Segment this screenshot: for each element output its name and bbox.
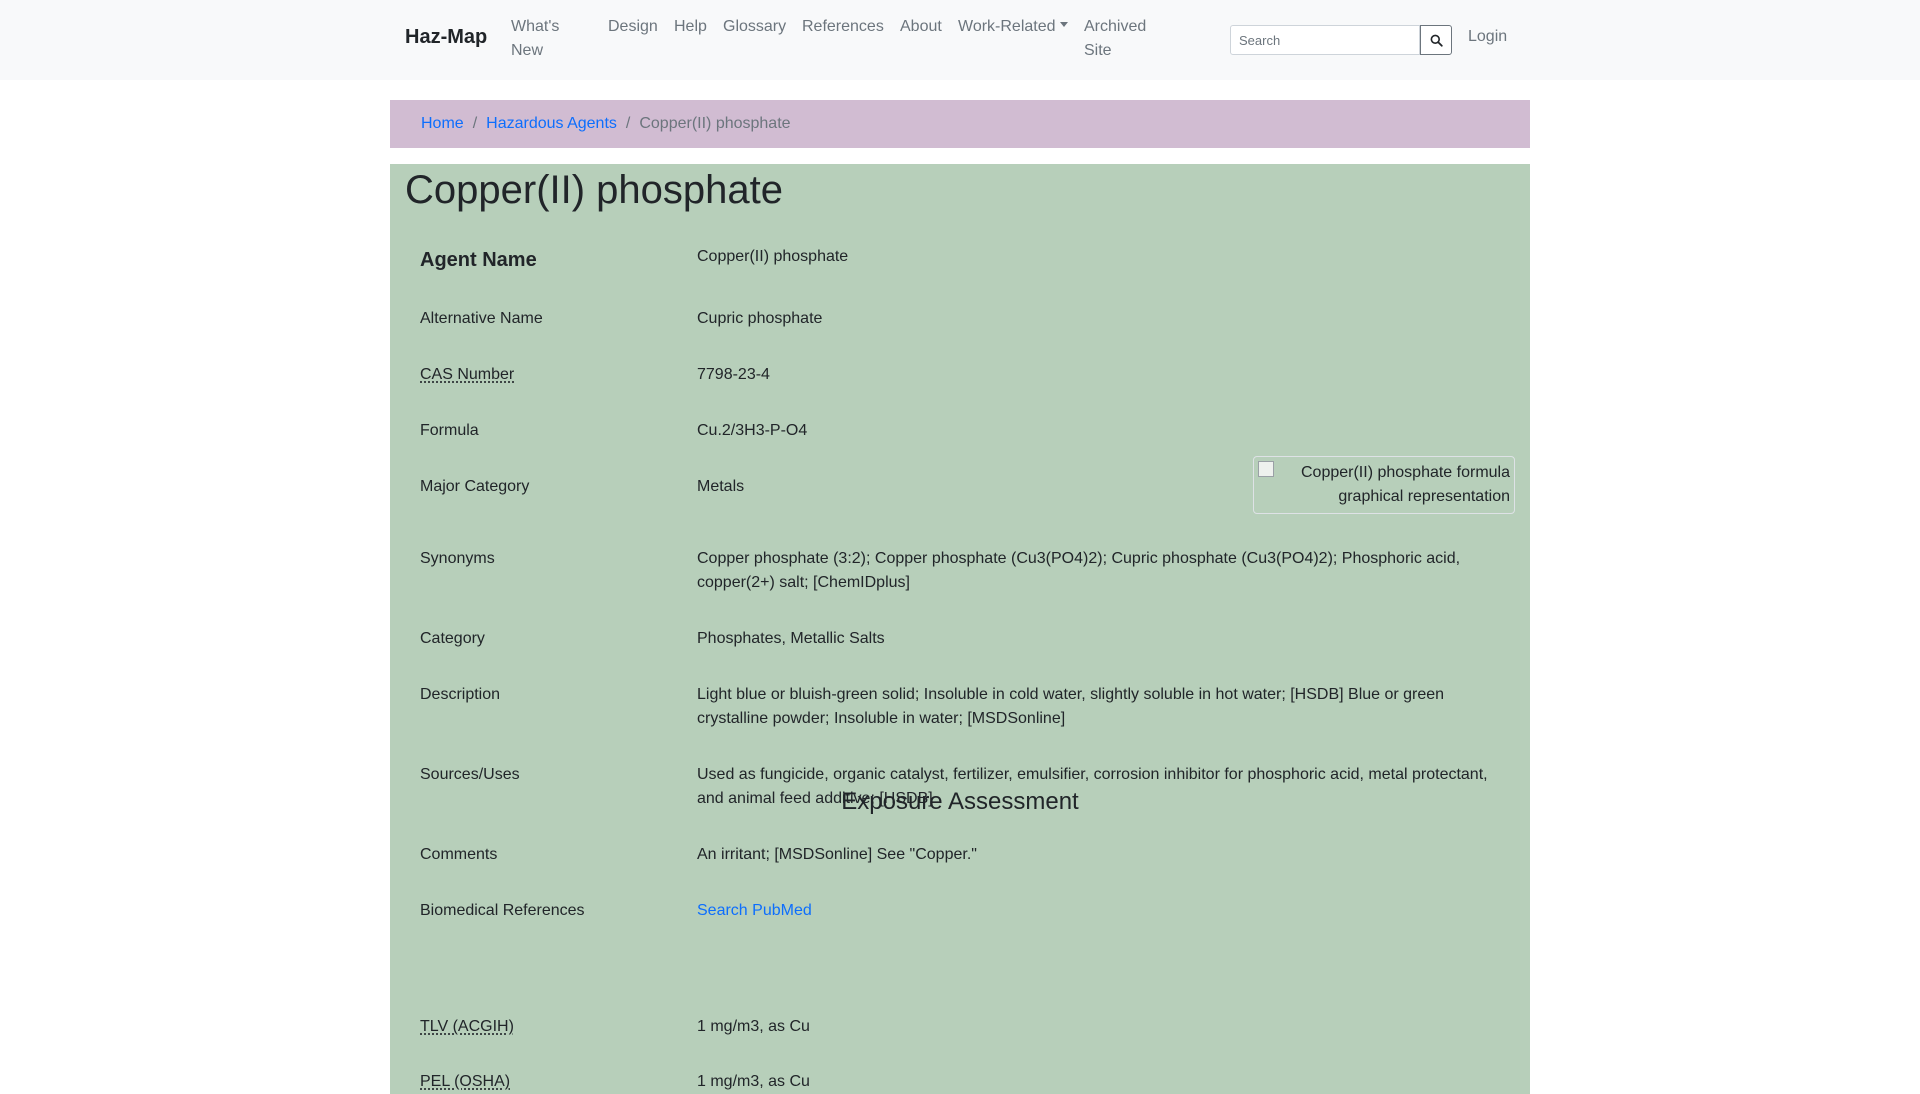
category-value: Phosphates, Metallic Salts	[697, 630, 885, 647]
navbar: Haz-Map What's New Design Help Glossary …	[0, 0, 1920, 80]
breadcrumb-separator: /	[472, 115, 478, 132]
search-icon	[1430, 34, 1443, 47]
major-category-label: Major Category	[420, 478, 530, 495]
alternative-name-value: Cupric phosphate	[697, 310, 823, 327]
nav-references[interactable]: References	[802, 15, 884, 39]
nav-work-related-dropdown[interactable]: Work-Related	[958, 15, 1068, 39]
description-value: Light blue or bluish-green solid; Insolu…	[697, 683, 1507, 731]
category-label: Category	[420, 630, 485, 647]
search-input[interactable]	[1230, 25, 1420, 55]
formula-label: Formula	[420, 422, 479, 439]
nav-archived-site[interactable]: Archived Site	[1084, 15, 1146, 63]
nav-about[interactable]: About	[900, 15, 942, 39]
biomedical-references-label: Biomedical References	[420, 902, 585, 919]
alternative-name-label: Alternative Name	[420, 310, 543, 327]
page-title: Copper(II) phosphate	[405, 168, 784, 212]
chevron-down-icon	[1059, 22, 1068, 28]
cas-number-value: 7798-23-4	[697, 366, 770, 383]
nav-archived-line1: Archived	[1084, 18, 1147, 35]
sources-uses-label: Sources/Uses	[420, 766, 520, 783]
formula-value: Cu.2/3H3-P-O4	[697, 422, 808, 439]
nav-design[interactable]: Design	[608, 15, 658, 39]
formula-image-alt-line2: graphical representation	[1338, 488, 1510, 505]
nav-work-related-label: Work-Related	[958, 18, 1056, 35]
search-button[interactable]	[1420, 25, 1452, 55]
nav-whats-new-line1: What's	[511, 18, 560, 35]
search-pubmed-link[interactable]: Search PubMed	[697, 899, 812, 923]
pel-label: PEL (OSHA)	[420, 1073, 511, 1090]
nav-glossary[interactable]: Glossary	[723, 15, 786, 39]
cas-number-label: CAS Number	[420, 366, 515, 383]
breadcrumb-current: Copper(II) phosphate	[639, 115, 791, 132]
nav-whats-new[interactable]: What's New	[511, 15, 559, 63]
broken-image-icon	[1258, 461, 1274, 477]
agent-detail-card: Copper(II) phosphate Agent Name Copper(I…	[390, 164, 1530, 1094]
formula-image: Copper(II) phosphate formula graphical r…	[1253, 456, 1515, 514]
major-category-value: Metals	[697, 478, 745, 495]
breadcrumb-separator: /	[625, 115, 631, 132]
synonyms-line2: copper(2+) salt; [ChemIDplus]	[697, 574, 910, 591]
breadcrumb: Home / Hazardous Agents / Copper(II) pho…	[390, 100, 1530, 148]
breadcrumb-hazardous-agents[interactable]: Hazardous Agents	[486, 115, 617, 133]
comments-value: An irritant; [MSDSonline] See "Copper."	[697, 846, 977, 863]
breadcrumb-home[interactable]: Home	[421, 115, 464, 133]
tlv-label: TLV (ACGIH)	[420, 1018, 514, 1035]
nav-archived-line2: Site	[1084, 42, 1112, 59]
description-label: Description	[420, 686, 501, 703]
description-line1: Light blue or bluish-green solid; Insolu…	[697, 686, 1445, 703]
brand-logo[interactable]: Haz-Map	[405, 26, 487, 49]
tlv-value: 1 mg/m3, as Cu	[697, 1018, 810, 1035]
nav-help[interactable]: Help	[674, 15, 707, 39]
agent-name-value: Copper(II) phosphate	[697, 248, 849, 265]
sources-uses-line1: Used as fungicide, organic catalyst, fer…	[697, 766, 1488, 783]
nav-whats-new-line2: New	[511, 42, 544, 59]
agent-name-label: Agent Name	[420, 249, 537, 271]
pel-value: 1 mg/m3, as Cu	[697, 1073, 810, 1090]
synonyms-line1: Copper phosphate (3:2); Copper phosphate…	[697, 550, 1461, 567]
comments-label: Comments	[420, 846, 498, 863]
formula-image-alt-line1: Copper(II) phosphate formula	[1301, 464, 1510, 481]
exposure-assessment-heading: Exposure Assessment	[841, 788, 1079, 815]
synonyms-label: Synonyms	[420, 550, 495, 567]
description-line2: crystalline powder; Insoluble in water; …	[697, 710, 1066, 727]
login-link[interactable]: Login	[1468, 28, 1507, 46]
synonyms-value: Copper phosphate (3:2); Copper phosphate…	[697, 547, 1507, 595]
